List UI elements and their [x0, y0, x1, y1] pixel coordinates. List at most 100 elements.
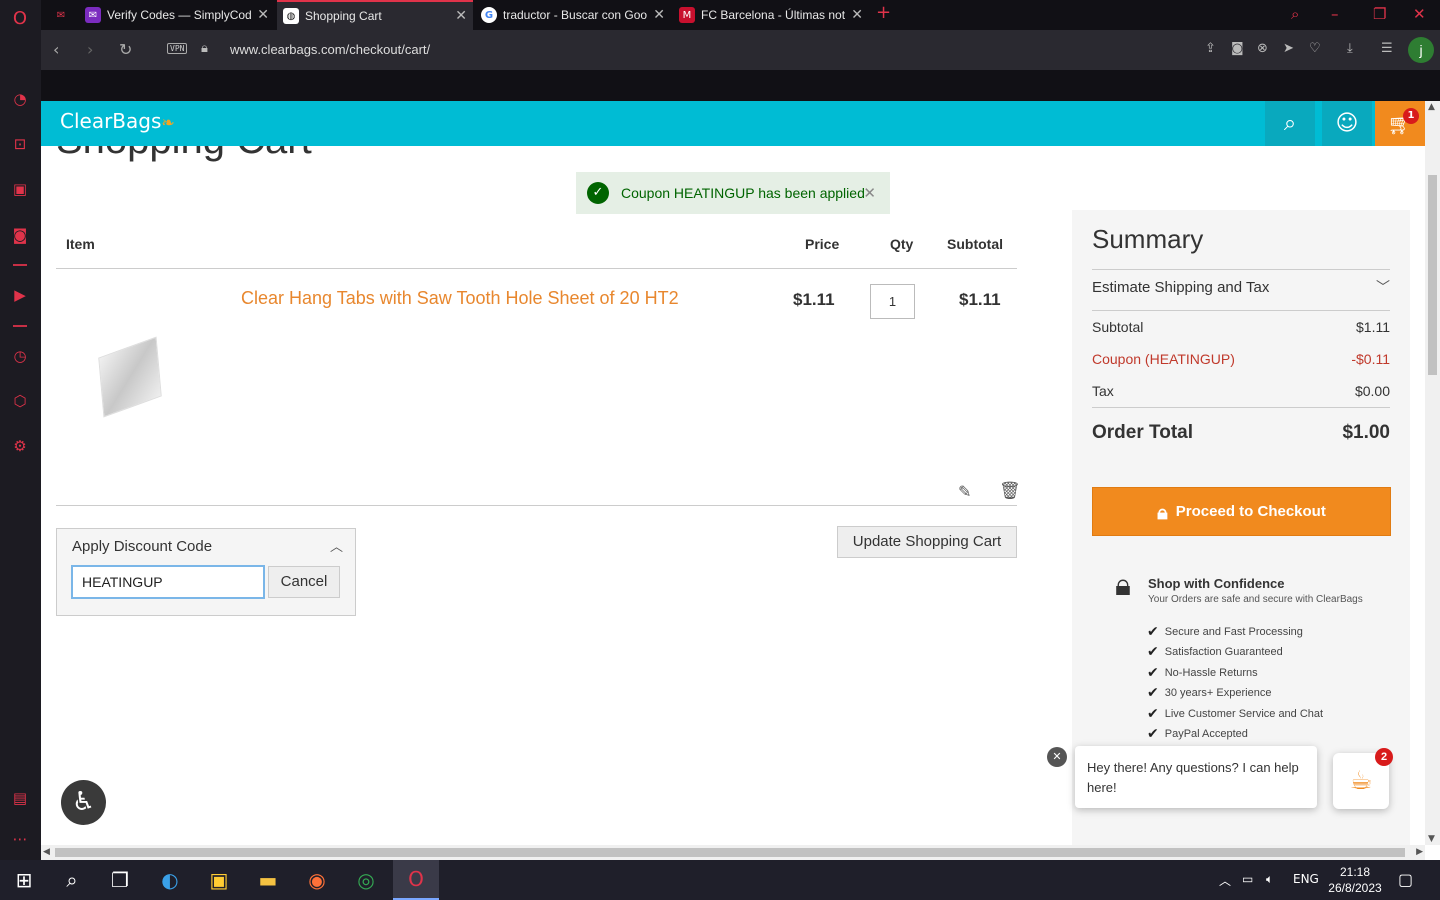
clock-date: 26/8/2023 — [1328, 881, 1382, 895]
adblock-icon[interactable]: ⊗ — [1257, 41, 1268, 56]
checkmark-icon: ✔ — [1147, 644, 1159, 660]
opera-taskbar-icon[interactable]: O — [393, 860, 439, 900]
chat-mascot-icon: ☕ — [1349, 766, 1373, 796]
qty-input[interactable]: 1 — [870, 284, 915, 319]
search-icon[interactable]: ⌕ — [58, 866, 86, 894]
flow-icon[interactable]: ➤ — [1283, 41, 1294, 56]
new-tab-icon[interactable]: + — [876, 2, 891, 23]
web-viewport: Shopping Cart ClearBags❧ ⌕ ☺ 🛒︎ 1 ✓ Coup… — [41, 70, 1440, 860]
url-field[interactable]: www.clearbags.com/checkout/cart/ — [230, 42, 430, 57]
clock[interactable]: 21:18 26/8/2023 — [1326, 864, 1384, 896]
vertical-scrollbar[interactable]: ▲ ▼ — [1425, 101, 1440, 845]
header-qty: Qty — [890, 236, 914, 252]
product-image[interactable] — [98, 336, 162, 418]
chevron-down-icon[interactable]: ﹀ — [1376, 277, 1390, 297]
product-name-link[interactable]: Clear Hang Tabs with Saw Tooth Hole Shee… — [241, 288, 679, 309]
snapshot-icon[interactable]: ◙ — [1231, 41, 1244, 56]
close-window-icon[interactable]: ✕ — [1413, 5, 1426, 23]
instagram-icon[interactable]: ◙ — [9, 224, 31, 246]
notice-text: Coupon HEATINGUP has been applied — [621, 185, 865, 201]
chrome-icon[interactable]: ◎ — [352, 866, 380, 894]
store-icon[interactable]: ▣ — [205, 866, 233, 894]
confidence-item: ✔ Live Customer Service and Chat — [1147, 706, 1324, 722]
forward-icon[interactable]: › — [87, 40, 93, 59]
lock-icon[interactable]: 🔒︎ — [201, 41, 208, 56]
task-view-icon[interactable]: ❐ — [106, 866, 134, 894]
edit-item-icon[interactable]: ✎ — [958, 482, 971, 501]
download-icon[interactable]: ⤓ — [1347, 41, 1353, 56]
confidence-subtitle: Your Orders are safe and secure with Cle… — [1148, 594, 1363, 605]
windows-start-icon[interactable]: ⊞ — [10, 866, 38, 894]
messenger-icon: ✉ — [56, 9, 66, 21]
tray-chevron-icon[interactable]: ︿ — [1219, 872, 1231, 889]
minicart-button[interactable]: 🛒︎ 1 — [1375, 101, 1425, 146]
more-icon[interactable]: ⋯ — [9, 828, 31, 850]
tab-messenger[interactable]: ✉ — [47, 0, 77, 30]
discount-title[interactable]: Apply Discount Code — [72, 538, 212, 555]
scroll-up-icon[interactable]: ▲ — [1428, 102, 1435, 112]
language-indicator[interactable]: ENG — [1293, 872, 1319, 886]
proceed-to-checkout-button[interactable]: 🔒︎ Proceed to Checkout — [1092, 487, 1391, 536]
send-to-icon[interactable]: ⇪ — [1205, 41, 1216, 56]
close-tab-icon[interactable]: ✕ — [851, 7, 863, 23]
bookmark-heart-icon[interactable]: ♡ — [1309, 41, 1321, 56]
tab-fc-barcelona[interactable]: M FC Barcelona - Últimas noticias ✕ — [673, 0, 869, 30]
chat-close-icon[interactable]: ✕ — [1047, 747, 1067, 767]
horizontal-scrollbar[interactable]: ◀ ▶ — [41, 845, 1425, 860]
back-icon[interactable]: ‹ — [53, 40, 59, 59]
tab-search-icon[interactable]: ⌕ — [1291, 5, 1299, 23]
edge-icon[interactable]: ◐ — [156, 866, 184, 894]
scroll-down-icon[interactable]: ▼ — [1428, 834, 1435, 844]
extensions-icon[interactable]: ⬡ — [9, 390, 31, 412]
twitch-icon[interactable]: ▣ — [9, 178, 31, 200]
update-cart-button[interactable]: Update Shopping Cart — [837, 526, 1017, 558]
discount-code-input[interactable]: HEATINGUP — [71, 565, 265, 599]
confidence-item: ✔ Secure and Fast Processing — [1147, 624, 1303, 640]
scroll-left-icon[interactable]: ◀ — [43, 847, 50, 857]
shopping-icon[interactable]: ⊡ — [9, 133, 31, 155]
close-tab-icon[interactable]: ✕ — [455, 8, 467, 24]
firefox-icon[interactable]: ◉ — [303, 866, 331, 894]
file-explorer-icon[interactable]: ▬ — [254, 866, 282, 894]
clearbags-logo[interactable]: ClearBags❧ — [60, 109, 175, 133]
easy-setup-icon[interactable]: ☰ — [1381, 41, 1393, 56]
cart-count-badge: 1 — [1403, 108, 1419, 124]
tab-google[interactable]: G traductor - Buscar con Google ✕ — [475, 0, 671, 30]
windows-taskbar: ⊞ ⌕ ❐ ◐ ▣ ▬ ◉ ◎ O ︿ ▭ 🔈︎ ENG 21:18 26/8/… — [0, 860, 1440, 900]
cancel-coupon-button[interactable]: Cancel — [268, 566, 340, 598]
opera-logo-icon[interactable]: O — [9, 8, 31, 30]
close-tab-icon[interactable]: ✕ — [257, 7, 269, 23]
scroll-right-icon[interactable]: ▶ — [1416, 847, 1423, 857]
network-icon[interactable]: ▭ — [1242, 872, 1253, 886]
volume-icon[interactable]: 🔈︎ — [1266, 872, 1273, 887]
chevron-up-icon[interactable]: ︿ — [330, 536, 343, 555]
close-notice-icon[interactable]: ✕ — [863, 184, 876, 202]
history-icon[interactable]: ◷ — [9, 345, 31, 367]
settings-icon[interactable]: ⚙ — [9, 435, 31, 457]
close-tab-icon[interactable]: ✕ — [653, 7, 665, 23]
chat-unread-badge: 2 — [1375, 748, 1393, 766]
trash-icon[interactable]: 🗑︎ — [999, 481, 1021, 501]
player-icon[interactable]: ▶ — [9, 284, 31, 306]
gallery-icon[interactable]: ▤ — [9, 787, 31, 809]
account-button[interactable]: ☺ — [1322, 101, 1372, 146]
tab-shopping-cart[interactable]: ◍ Shopping Cart ✕ — [277, 0, 473, 30]
chat-greeting-bubble[interactable]: Hey there! Any questions? I can help her… — [1075, 746, 1317, 808]
vertical-scroll-thumb[interactable] — [1428, 175, 1437, 375]
summary-title: Summary — [1092, 224, 1204, 254]
confidence-item: ✔ No-Hassle Returns — [1147, 665, 1258, 681]
accessibility-icon[interactable]: ♿︎ — [61, 780, 106, 825]
maximize-icon[interactable]: ❐ — [1373, 5, 1386, 23]
reload-icon[interactable]: ↻ — [119, 40, 132, 59]
estimate-shipping-toggle[interactable]: Estimate Shipping and Tax — [1092, 279, 1269, 296]
minimize-icon[interactable]: – — [1331, 5, 1339, 23]
search-icon: ⌕ — [1283, 111, 1297, 136]
search-button[interactable]: ⌕ — [1265, 101, 1315, 146]
tab-simplycodes[interactable]: ✉ Verify Codes — SimplyCodes ✕ — [79, 0, 275, 30]
profile-avatar[interactable]: j — [1408, 37, 1434, 63]
horizontal-scroll-thumb[interactable] — [55, 848, 1405, 857]
summary-divider — [1092, 407, 1390, 408]
vpn-badge[interactable]: VPN — [167, 43, 188, 54]
notifications-icon[interactable]: ▢ — [1398, 870, 1413, 889]
speed-dial-icon[interactable]: ◔ — [9, 88, 31, 110]
